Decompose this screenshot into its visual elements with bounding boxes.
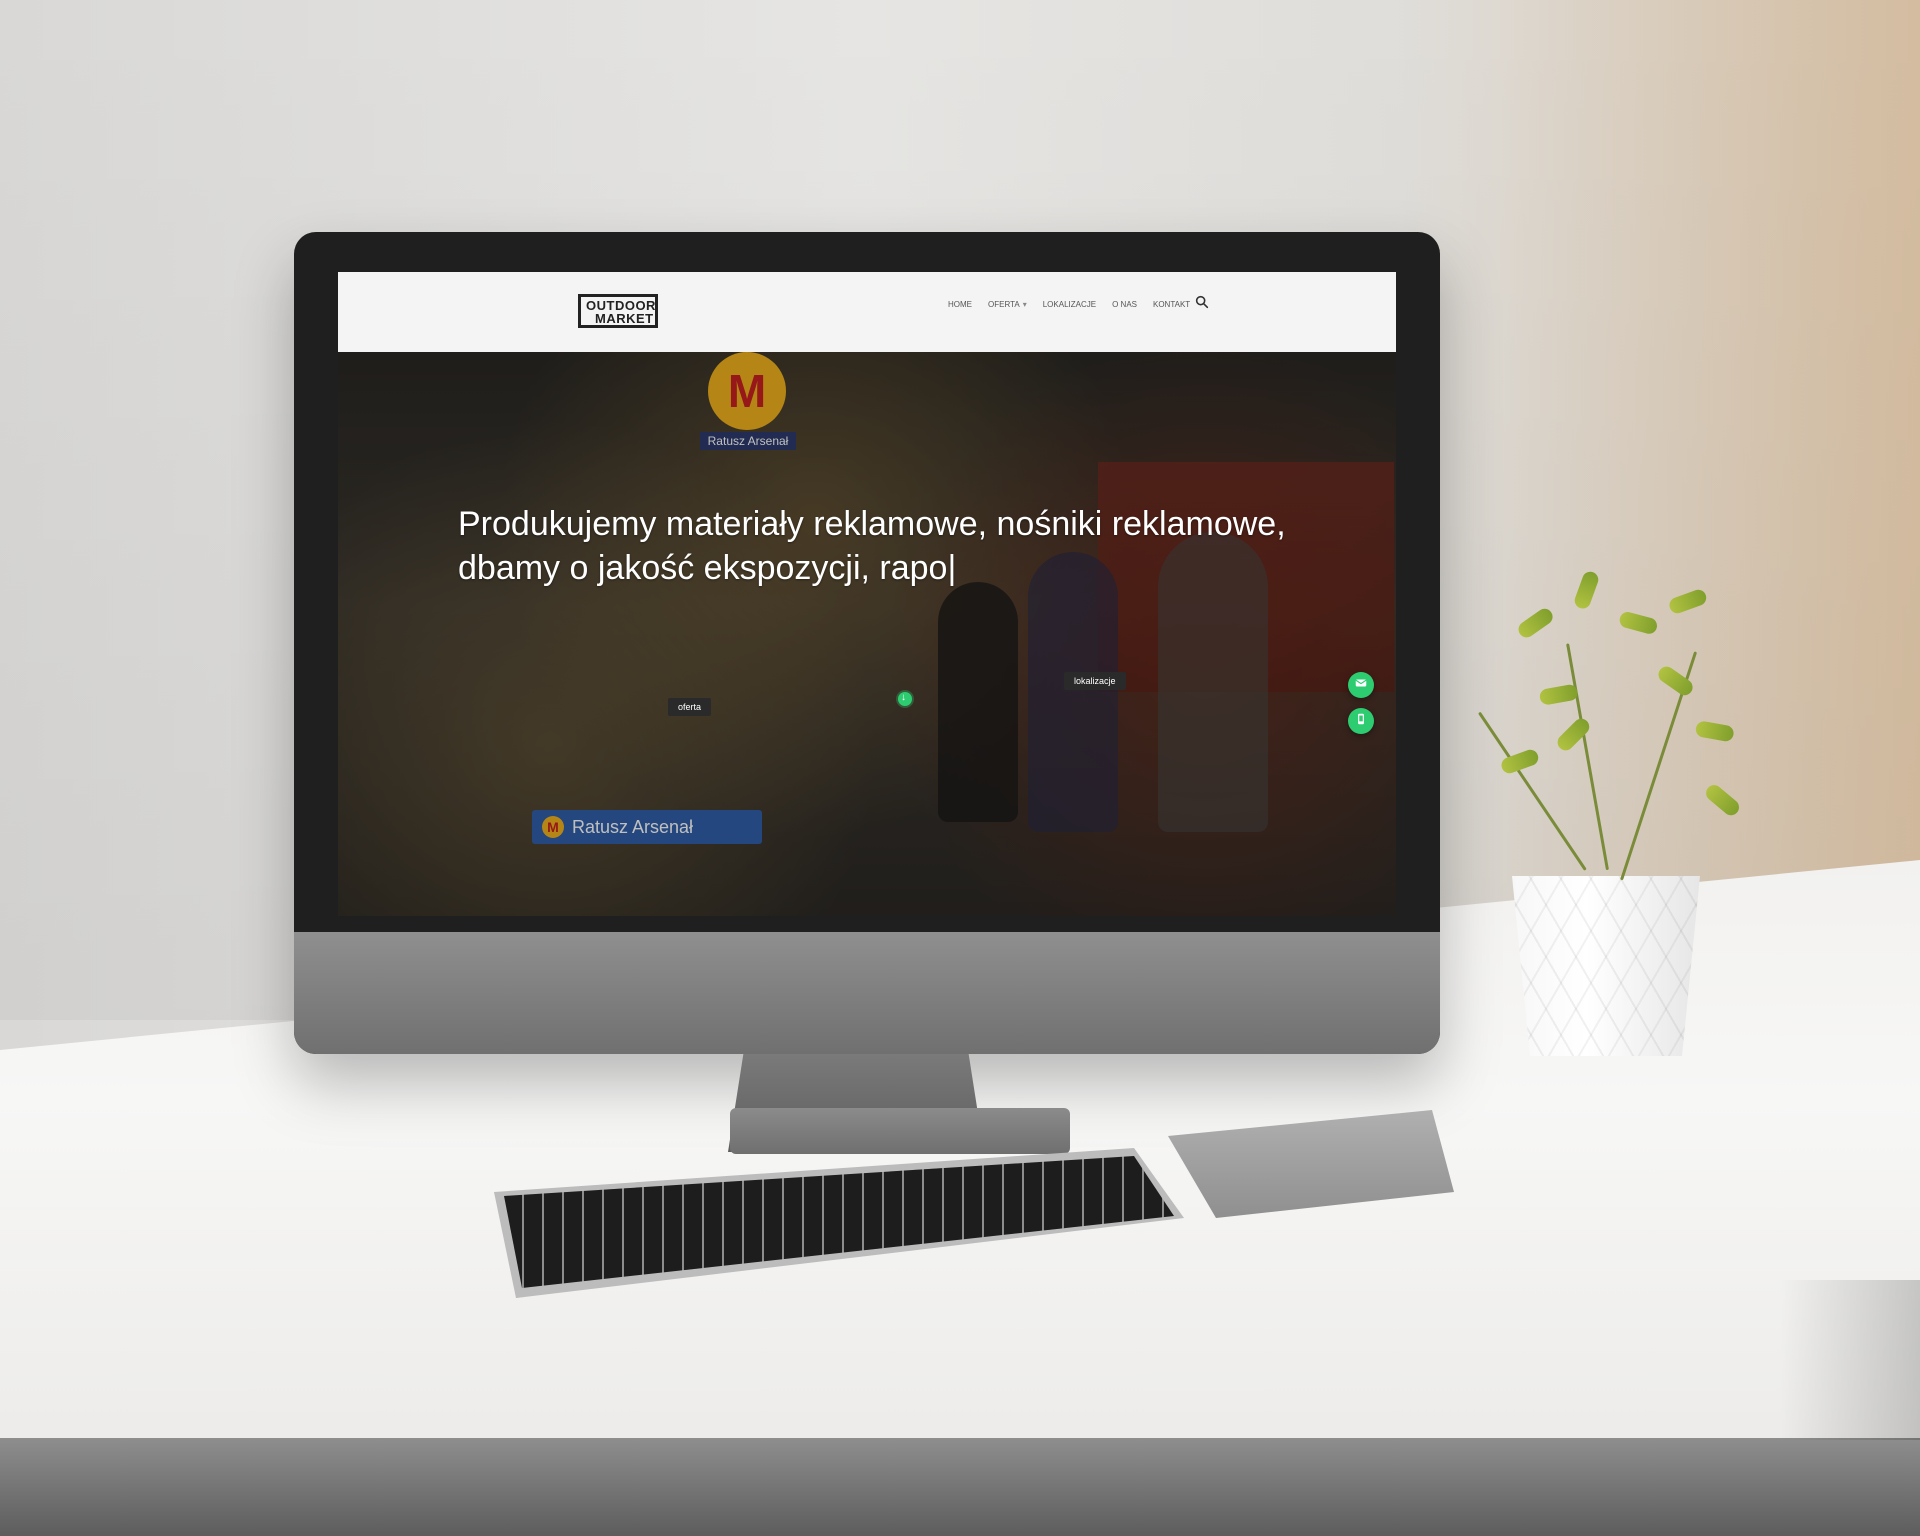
mail-button[interactable] bbox=[1348, 672, 1374, 698]
plant-vase bbox=[1512, 876, 1700, 1056]
nav-lokalizacje-label: LOKALIZACJE bbox=[1042, 300, 1097, 309]
chevron-down-icon: ▾ bbox=[1022, 300, 1027, 309]
logo-line-2: MARKET bbox=[595, 311, 654, 326]
nav-kontakt-label: KONTAKT bbox=[1153, 300, 1191, 309]
nav-kontakt[interactable]: KONTAKT bbox=[1153, 300, 1190, 310]
hero-tag-lokalizacje[interactable]: lokalizacje bbox=[1064, 672, 1126, 690]
nav-oferta-label: OFERTA bbox=[988, 300, 1020, 309]
desk-shadow bbox=[1780, 1280, 1920, 1440]
phone-button[interactable] bbox=[1348, 708, 1374, 734]
hero: M Ratusz Arsenał M Ratusz Arsenał Produk… bbox=[338, 352, 1396, 916]
hero-overlay bbox=[338, 352, 1396, 916]
nav-home[interactable]: HOME bbox=[948, 300, 972, 310]
screen: OUTDOOR MARKET HOME OFERTA ▾ LOKALIZACJE… bbox=[338, 272, 1396, 916]
hero-headline: Produkujemy materiały reklamowe, nośniki… bbox=[458, 505, 1286, 587]
monitor-chin bbox=[294, 932, 1440, 1054]
desk-edge bbox=[0, 1438, 1920, 1536]
monitor-stand-base bbox=[730, 1108, 1070, 1154]
search-icon[interactable] bbox=[1194, 294, 1210, 310]
site-logo[interactable]: OUTDOOR MARKET bbox=[578, 294, 658, 328]
mail-icon bbox=[1354, 676, 1368, 695]
nav-o-nas-label: O NAS bbox=[1112, 300, 1137, 309]
monitor: OUTDOOR MARKET HOME OFERTA ▾ LOKALIZACJE… bbox=[294, 232, 1440, 1054]
nav-o-nas[interactable]: O NAS bbox=[1112, 300, 1137, 310]
vase-pattern bbox=[1512, 876, 1700, 1056]
hero-tag-oferta[interactable]: oferta bbox=[668, 698, 712, 716]
nav-oferta[interactable]: OFERTA ▾ bbox=[988, 300, 1027, 310]
nav-lokalizacje[interactable]: LOKALIZACJE bbox=[1043, 300, 1096, 310]
scroll-down-icon[interactable] bbox=[898, 691, 912, 706]
phone-icon bbox=[1354, 712, 1368, 731]
site-header: OUTDOOR MARKET HOME OFERTA ▾ LOKALIZACJE… bbox=[338, 272, 1396, 352]
main-nav: HOME OFERTA ▾ LOKALIZACJE O NAS KONTAKT bbox=[948, 300, 1190, 310]
nav-home-label: HOME bbox=[948, 300, 972, 309]
